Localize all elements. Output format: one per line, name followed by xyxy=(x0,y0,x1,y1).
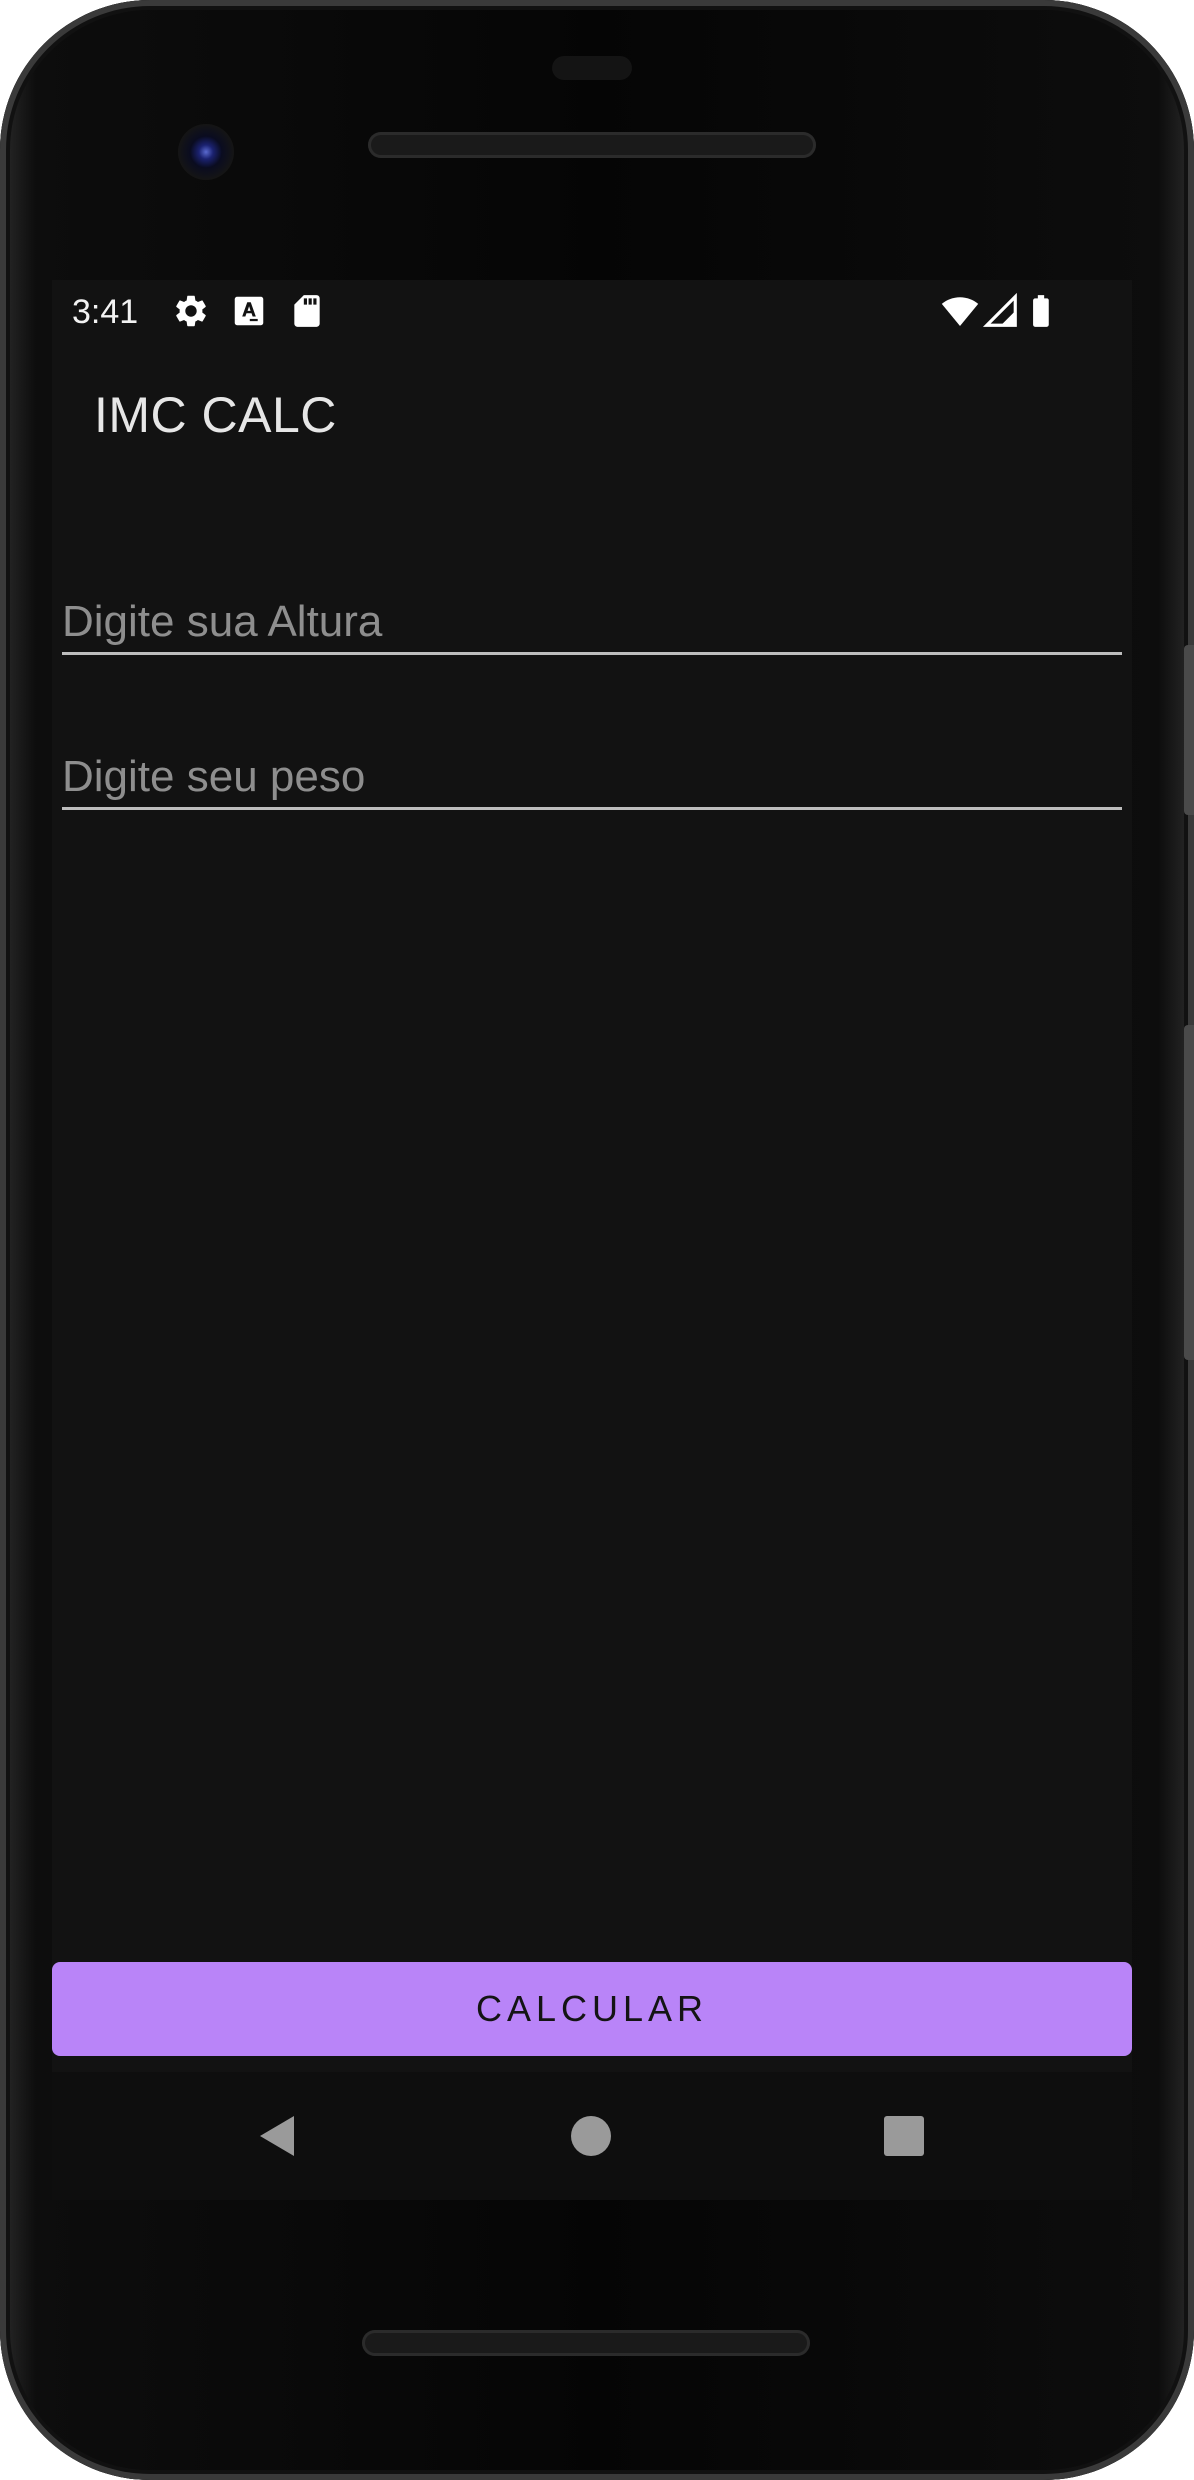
calculate-button[interactable]: CALCULAR xyxy=(52,1962,1132,2056)
status-bar: 3:41 xyxy=(52,280,1132,343)
back-icon[interactable] xyxy=(247,2106,307,2166)
navigation-bar xyxy=(52,2072,1132,2200)
recents-icon[interactable] xyxy=(874,2106,934,2166)
home-icon[interactable] xyxy=(561,2106,621,2166)
weight-field[interactable] xyxy=(62,747,1122,810)
bottom-speaker-grille xyxy=(362,2330,810,2356)
battery-icon xyxy=(1022,292,1060,330)
app-screen: 3:41 IMC CALC Digite sua Altura Digite s… xyxy=(52,280,1132,2200)
top-sensor xyxy=(552,56,632,80)
wifi-icon xyxy=(940,292,979,330)
weight-input[interactable] xyxy=(62,747,1122,807)
front-camera xyxy=(178,124,234,180)
status-time: 3:41 xyxy=(72,293,139,331)
cell-signal-icon xyxy=(982,292,1020,330)
phone-frame: 3:41 IMC CALC Digite sua Altura Digite s… xyxy=(0,0,1194,2480)
power-button xyxy=(1184,645,1194,815)
app-title: IMC CALC xyxy=(94,387,337,443)
font-icon xyxy=(230,292,268,330)
settings-icon xyxy=(172,292,210,330)
top-speaker-grille xyxy=(368,132,816,158)
volume-button xyxy=(1184,1025,1194,1360)
sd-card-icon xyxy=(288,292,326,330)
height-input[interactable] xyxy=(62,592,1122,652)
height-field[interactable] xyxy=(62,592,1122,655)
